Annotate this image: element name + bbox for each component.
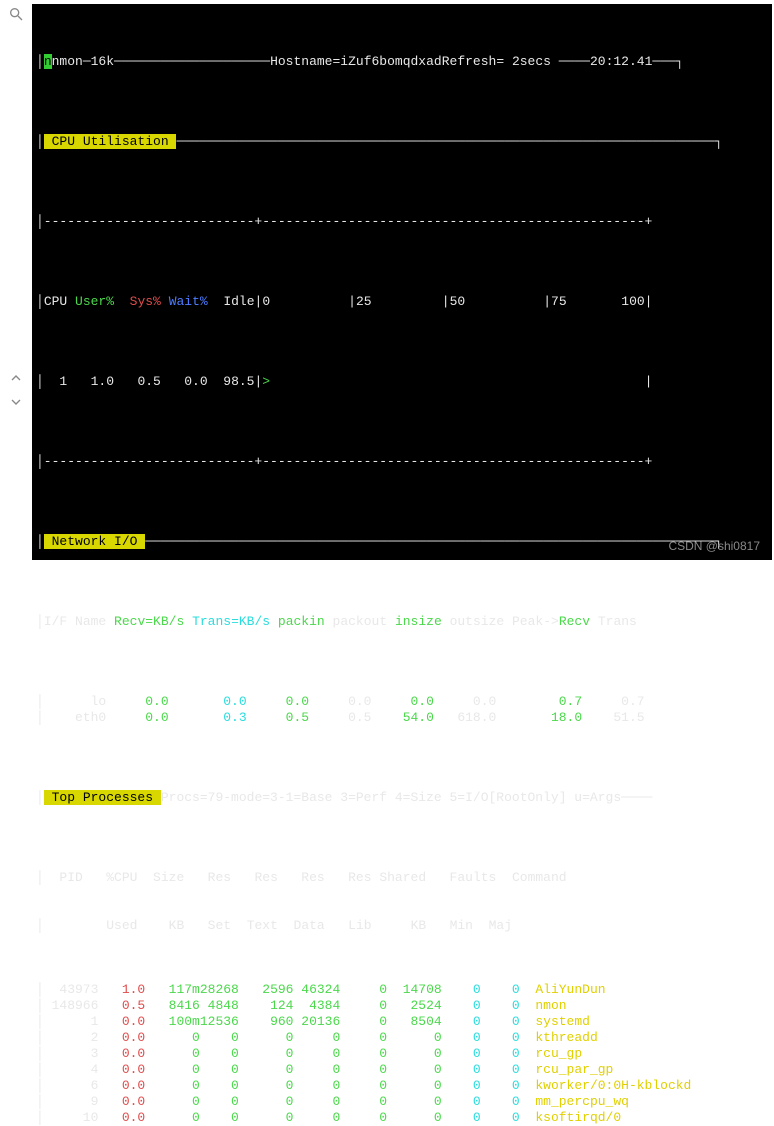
- proc-section-title: Top Processes: [44, 790, 161, 805]
- chevron-up-icon[interactable]: [8, 370, 24, 386]
- chevron-down-icon[interactable]: [8, 394, 24, 410]
- clock: 20:12.41: [590, 54, 652, 69]
- refresh-value: 2secs: [504, 54, 551, 69]
- cpu-bar: >: [262, 374, 270, 389]
- process-row: │ 6 0.0 0 0 0 0 0 0 0 0 kworker/0:0H-kbl…: [36, 1078, 768, 1094]
- watermark: CSDN @shi0817: [668, 538, 760, 554]
- net-section-title: Network I/O: [44, 534, 145, 549]
- proc-headers-2: │ Used KB Set Text Data Lib KB Min Maj: [36, 918, 768, 934]
- net-section-title-row: │ Network I/O ──────────────────────────…: [36, 534, 768, 550]
- terminal-output[interactable]: │nnmon─16k────────────────────Hostname=i…: [32, 4, 772, 560]
- process-row: │ 2 0.0 0 0 0 0 0 0 0 0 kthreadd: [36, 1030, 768, 1046]
- process-row: │ 148966 0.5 8416 4848 124 4384 0 2524 0…: [36, 998, 768, 1014]
- proc-section-title-row: │ Top Processes Procs=79-mode=3-1=Base 3…: [36, 790, 768, 806]
- process-row: │ 9 0.0 0 0 0 0 0 0 0 0 mm_percpu_wq: [36, 1094, 768, 1110]
- refresh-label: Refresh=: [442, 54, 504, 69]
- editor-gutter: [4, 6, 28, 418]
- header-line: │nnmon─16k────────────────────Hostname=i…: [36, 54, 768, 70]
- cpu-row-1: │ 1 1.0 0.5 0.0 98.5|> |: [36, 374, 768, 390]
- process-row: │ 43973 1.0 117m28268 2596 46324 0 14708…: [36, 982, 768, 998]
- cpu-divider: │---------------------------+-----------…: [36, 214, 768, 230]
- hostname-value: iZuf6bomqdxad: [340, 54, 441, 69]
- process-row: │ 10 0.0 0 0 0 0 0 0 0 0 ksoftirqd/0: [36, 1110, 768, 1126]
- cpu-divider-2: │---------------------------+-----------…: [36, 454, 768, 470]
- cpu-section-title: CPU Utilisation: [44, 134, 177, 149]
- hostname-label: Hostname=: [270, 54, 340, 69]
- cpu-section-title-row: │ CPU Utilisation ──────────────────────…: [36, 134, 768, 150]
- search-icon[interactable]: [8, 6, 24, 22]
- program-name: nmon─16k: [52, 54, 114, 69]
- cursor: n: [44, 54, 52, 69]
- proc-headers-1: │ PID %CPU Size Res Res Res Res Shared F…: [36, 870, 768, 886]
- proc-banner: Procs=79-mode=3-1=Base 3=Perf 4=Size 5=I…: [161, 790, 621, 805]
- process-row: │ 1 0.0 100m12536 960 20136 0 8504 0 0 s…: [36, 1014, 768, 1030]
- process-row: │ 4 0.0 0 0 0 0 0 0 0 0 rcu_par_gp: [36, 1062, 768, 1078]
- cpu-headers: │CPU User% Sys% Wait% Idle|0 |25 |50 |75…: [36, 294, 768, 310]
- net-headers: │I/F Name Recv=KB/s Trans=KB/s packin pa…: [36, 614, 768, 630]
- net-row: │ lo 0.0 0.0 0.0 0.0 0.0 0.0 0.7 0.7: [36, 694, 768, 710]
- process-row: │ 3 0.0 0 0 0 0 0 0 0 0 rcu_gp: [36, 1046, 768, 1062]
- net-row: │ eth0 0.0 0.3 0.5 0.5 54.0 618.0 18.0 5…: [36, 710, 768, 726]
